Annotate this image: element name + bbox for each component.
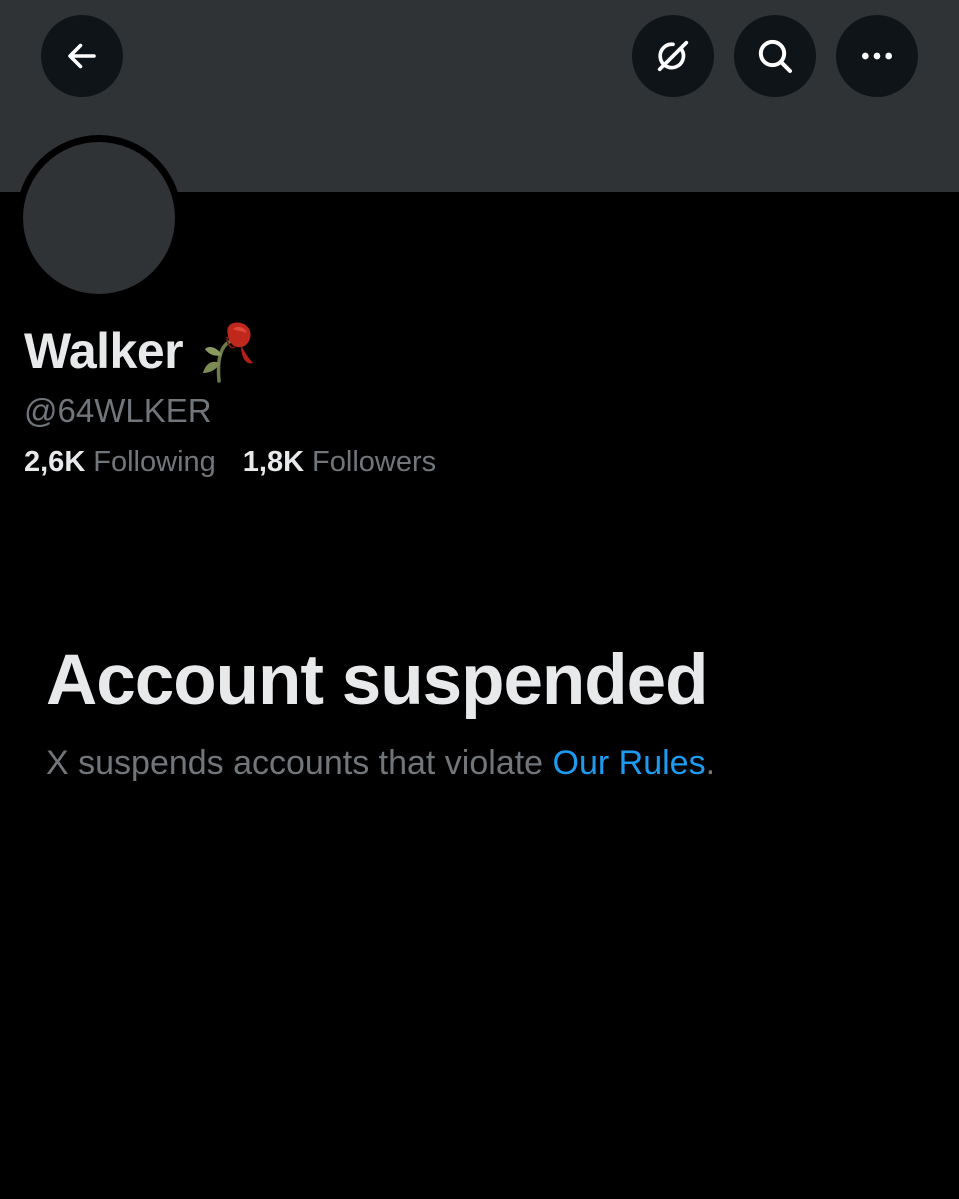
display-name: Walker	[24, 323, 184, 379]
grok-slash-circle-icon	[657, 40, 689, 72]
suspension-title: Account suspended	[46, 641, 709, 720]
more-options-button[interactable]	[836, 15, 918, 97]
search-icon	[758, 39, 792, 73]
followers-link[interactable]: 1,8K Followers	[243, 446, 436, 479]
following-label: Following	[93, 446, 216, 478]
followers-label: Followers	[312, 446, 437, 478]
grok-button[interactable]	[632, 15, 714, 97]
following-link[interactable]: 2,6K Following	[24, 446, 216, 479]
avatar[interactable]	[16, 135, 182, 301]
suspension-period: .	[705, 744, 716, 782]
followers-count: 1,8K	[242, 446, 305, 478]
profile-name-row: Walker	[24, 318, 255, 384]
arrow-left-icon	[68, 43, 96, 69]
profile-handle: @64WLKER	[24, 392, 212, 429]
suspension-description-text: X suspends accounts that violate	[46, 744, 553, 782]
avatar-placeholder	[23, 142, 175, 294]
our-rules-link[interactable]: Our Rules	[553, 744, 706, 782]
suspension-description: X suspends accounts that violate Our Rul…	[46, 744, 715, 783]
more-horizontal-icon	[862, 52, 892, 60]
search-button[interactable]	[734, 15, 816, 97]
follow-stats: 2,6K Following 1,8K Followers	[24, 446, 436, 479]
back-button[interactable]	[41, 15, 123, 97]
following-count: 2,6K	[24, 446, 86, 478]
wilted-rose-emoji-icon	[203, 322, 254, 383]
